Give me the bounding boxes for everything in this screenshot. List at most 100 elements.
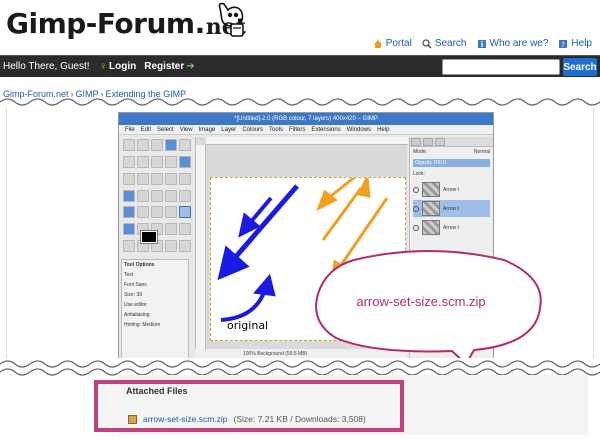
arrow-right-icon: ➔ bbox=[186, 61, 195, 72]
search-label: Search bbox=[434, 38, 467, 49]
attachment-meta: (Size: 7.21 KB / Downloads: 3,508) bbox=[233, 414, 366, 424]
text-tool-icon bbox=[179, 206, 191, 219]
lock-row: Lock: bbox=[413, 171, 425, 177]
clone-tool-icon bbox=[123, 223, 135, 236]
top-links: Portal Search Who are we? ? Help bbox=[373, 38, 592, 49]
gimp-menu-extensions: Extensions bbox=[311, 126, 341, 133]
paintbrush-tool-icon bbox=[165, 206, 177, 219]
guest-greeting: Hello There, Guest! bbox=[3, 61, 90, 72]
nav-bar: Hello There, Guest! ♀ Login Register ➔ S… bbox=[0, 55, 600, 77]
blur-tool-icon bbox=[165, 240, 177, 253]
site-logo[interactable]: Gimp-Forum. net bbox=[6, 2, 246, 39]
pencil-tool-icon bbox=[151, 206, 163, 219]
gimp-menu-tools: Tools bbox=[269, 126, 284, 133]
blend-tool-icon bbox=[137, 206, 149, 219]
foreground-color-swatch bbox=[140, 230, 158, 244]
free-select-tool-icon bbox=[151, 139, 163, 151]
search-icon bbox=[422, 38, 432, 49]
help-link[interactable]: ? Help bbox=[558, 38, 592, 49]
mode-value: Normal bbox=[473, 149, 490, 155]
attachment-link[interactable]: arrow-set-size.scm.zip bbox=[143, 414, 228, 424]
rect-select-tool-icon bbox=[123, 139, 135, 151]
blue-arrow-2 bbox=[217, 184, 299, 281]
select-by-color-tool-icon bbox=[179, 139, 191, 151]
layer-thumbnail bbox=[422, 201, 440, 216]
crop-tool-icon bbox=[165, 172, 177, 185]
fuzzy-select-tool-icon bbox=[165, 139, 177, 151]
warp-tool-icon bbox=[179, 240, 191, 253]
gimp-menu-bar: File Edit Select View Image Layer Colour… bbox=[119, 125, 493, 135]
use-editor-row: Use editor bbox=[124, 302, 147, 308]
tool-options-text: Text bbox=[124, 272, 134, 278]
svg-text:?: ? bbox=[562, 41, 566, 49]
portal-link[interactable]: Portal bbox=[373, 38, 412, 49]
register-label: Register bbox=[144, 61, 185, 72]
search-link[interactable]: Search bbox=[422, 38, 467, 49]
paths-tool-icon bbox=[151, 155, 163, 168]
rotate-tool-icon bbox=[179, 172, 191, 185]
cage-tool-icon bbox=[179, 189, 191, 202]
dock-tabs bbox=[410, 137, 493, 147]
font-label: Font bbox=[124, 282, 135, 288]
blue-arrow-3-curved bbox=[220, 273, 276, 322]
opacity-bar: Opacity 100.0 bbox=[413, 159, 490, 167]
attachment-row: arrow-set-size.scm.zip (Size: 7.21 KB / … bbox=[128, 414, 366, 424]
portal-icon bbox=[373, 39, 382, 48]
help-icon: ? bbox=[559, 39, 568, 49]
tool-options-panel: Tool Options Text Font Sans Size: 39 Use… bbox=[121, 259, 189, 359]
vertical-ruler bbox=[196, 145, 206, 359]
gimp-menu-edit: Edit bbox=[140, 126, 152, 133]
zoom-tool-icon bbox=[179, 155, 191, 168]
orange-arrow-2 bbox=[321, 172, 371, 241]
gimp-toolbox bbox=[121, 137, 193, 257]
mode-label: Mode: bbox=[413, 149, 427, 155]
antialiasing-row: Antialiasing bbox=[124, 312, 150, 318]
gimp-menu-windows: Windows bbox=[346, 126, 372, 133]
portal-label: Portal bbox=[385, 38, 412, 49]
scissors-tool-icon bbox=[123, 155, 135, 168]
zoom-value: 100% bbox=[243, 351, 256, 357]
key-icon: ♀ bbox=[99, 61, 108, 72]
layer-row: Arrow t bbox=[413, 219, 490, 236]
move-tool-icon bbox=[137, 172, 149, 185]
search-button[interactable]: Search bbox=[563, 58, 597, 76]
eye-icon bbox=[413, 186, 419, 193]
login-link[interactable]: ♀ Login bbox=[100, 61, 137, 72]
measure-tool-icon bbox=[123, 172, 135, 185]
tool-options-title: Tool Options bbox=[124, 262, 155, 268]
attachments-box: Attached Files arrow-set-size.scm.zip (S… bbox=[94, 380, 404, 432]
foreground-select-tool-icon bbox=[137, 155, 149, 168]
scale-tool-icon bbox=[123, 189, 135, 202]
font-row: Font Sans bbox=[124, 282, 186, 288]
shear-tool-icon bbox=[137, 189, 149, 202]
layer-thumbnail bbox=[422, 220, 440, 235]
size-label: Size: bbox=[124, 292, 136, 298]
layer-name: Arrow t bbox=[443, 224, 459, 231]
layer-thumbnail bbox=[422, 182, 440, 197]
canvas-original-label: original bbox=[227, 319, 269, 332]
gimp-menu-colours: Colours bbox=[242, 126, 263, 133]
layer-row: Arrow t bbox=[413, 181, 490, 198]
hinting-row: Hinting: Medium bbox=[124, 322, 186, 328]
hinting-label: Hinting: bbox=[124, 322, 141, 328]
status-text: Background (59.5 MB) bbox=[257, 351, 308, 357]
perspective-tool-icon bbox=[151, 189, 163, 202]
gimp-title-bar: *[Untitled]-2.0 (RGB colour, 7 layers) 4… bbox=[119, 113, 493, 125]
callout-text: arrow-set-size.scm.zip bbox=[356, 294, 486, 309]
orange-arrow-1 bbox=[316, 170, 362, 212]
search-input[interactable] bbox=[442, 59, 560, 75]
who-are-we-link[interactable]: Who are we? bbox=[477, 38, 548, 49]
layer-row: Arrow t bbox=[413, 200, 490, 217]
horizontal-ruler bbox=[206, 137, 408, 145]
register-link[interactable]: Register ➔ bbox=[144, 61, 194, 72]
opacity-value: 100.0 bbox=[433, 160, 446, 166]
wilber-mascot-icon bbox=[218, 2, 244, 37]
dodge-tool-icon bbox=[165, 223, 177, 236]
eye-icon bbox=[413, 224, 419, 231]
blue-arrow-1 bbox=[238, 196, 273, 238]
align-tool-icon bbox=[151, 172, 163, 185]
gimp-menu-layer: Layer bbox=[221, 126, 237, 133]
ellipse-select-tool-icon bbox=[137, 139, 149, 151]
eraser-tool-icon bbox=[179, 223, 191, 236]
hinting-value: Medium bbox=[142, 322, 161, 328]
